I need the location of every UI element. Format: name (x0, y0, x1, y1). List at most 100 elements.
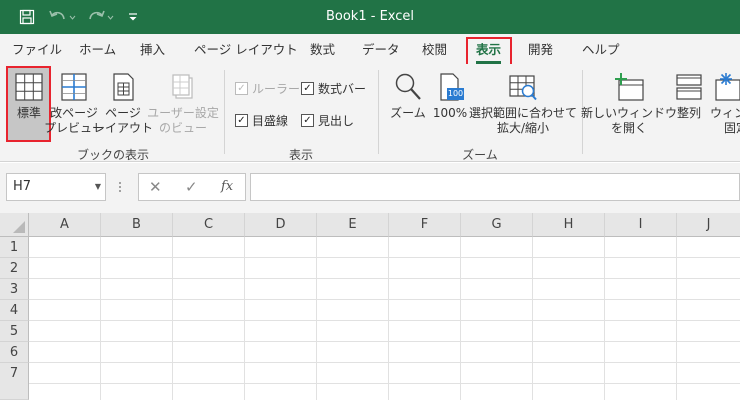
select-all-triangle-icon (13, 221, 25, 233)
column-header[interactable]: B (101, 213, 173, 237)
insert-function-icon[interactable]: fx (221, 174, 233, 200)
page-break-preview-label-1: 改ページ (50, 106, 98, 120)
row-header[interactable]: 6 (0, 342, 29, 363)
tab-insert[interactable]: 挿入 (140, 40, 165, 60)
formula-buttons: ✕ ✓ fx (138, 173, 246, 201)
custom-views-icon (172, 74, 193, 99)
freeze-panes-button[interactable]: ウィンド 固定 (710, 68, 740, 142)
cancel-icon[interactable]: ✕ (149, 174, 162, 200)
column-header[interactable]: E (317, 213, 389, 237)
zoom-100-label: 100% (432, 106, 468, 120)
save-icon[interactable] (14, 0, 40, 34)
zoom-to-selection-icon (509, 75, 537, 101)
zoom-to-selection-label-1: 選択範囲に合わせて (469, 106, 578, 120)
new-window-label-1: 新しいウィンドウ (581, 106, 678, 120)
magnifier-icon (395, 73, 421, 100)
zoom-100-button[interactable]: 100 100% (430, 68, 470, 142)
ribbon: 標準 改ページ プレビュー ページ レイアウト ユーザー設定 のビュー ブックの… (0, 64, 740, 162)
page-break-preview-icon (61, 73, 87, 101)
page-layout-view-button[interactable]: ページ レイアウト (93, 68, 153, 142)
tab-formulas[interactable]: 数式 (310, 40, 335, 60)
customize-quick-access-icon[interactable] (124, 0, 142, 34)
arrange-all-button[interactable]: 整列 (670, 68, 708, 142)
tab-view[interactable]: 表示 (476, 40, 502, 64)
group-separator (378, 70, 379, 154)
tab-data[interactable]: データ (362, 40, 400, 60)
zoom-button[interactable]: ズーム (388, 68, 428, 142)
gridlines-label: 目盛線 (252, 114, 289, 128)
tab-help[interactable]: ヘルプ (582, 40, 620, 60)
name-box-value: H7 (13, 179, 32, 194)
formula-bar-checkbox[interactable]: ✓ 数式バー (301, 80, 366, 97)
zoom-100-icon-text: 100 (447, 89, 464, 98)
headings-check-icon: ✓ (301, 114, 314, 127)
page-layout-label-2: レイアウト (93, 121, 154, 135)
arrange-all-label: 整列 (676, 106, 701, 120)
column-header[interactable]: D (245, 213, 317, 237)
zoom-to-selection-label-2: 拡大/縮小 (496, 121, 550, 135)
redo-icon[interactable] (84, 0, 116, 34)
normal-view-icon (15, 73, 43, 101)
formula-input[interactable] (250, 173, 740, 201)
new-window-label-2: を開く (610, 121, 647, 135)
ruler-label: ルーラー (252, 82, 301, 96)
row-header[interactable]: 5 (0, 321, 29, 342)
worksheet-grid: A B C D E F G H I J 1 2 3 4 5 6 7 (0, 213, 740, 400)
row-header[interactable]: 2 (0, 258, 29, 279)
tab-page-layout[interactable]: ページ レイアウト (194, 40, 298, 60)
tab-developer[interactable]: 開発 (528, 40, 553, 60)
column-header[interactable]: G (461, 213, 533, 237)
group-separator (224, 70, 225, 154)
zoom-group-label: ズーム (462, 148, 498, 162)
zoom-100-icon: 100 (435, 72, 465, 102)
freeze-panes-icon (715, 73, 740, 101)
ruler-check-icon: ✓ (235, 82, 248, 95)
undo-icon[interactable] (46, 0, 78, 34)
gridlines-checkbox[interactable]: ✓ 目盛線 (235, 112, 288, 129)
freeze-panes-label-2: 固定 (724, 121, 740, 135)
freeze-panes-label-1: ウィンド (710, 106, 740, 120)
column-header[interactable]: J (677, 213, 740, 237)
gridlines-check-icon: ✓ (235, 114, 248, 127)
name-box-dropdown-icon[interactable]: ▼ (95, 174, 101, 200)
column-header[interactable]: C (173, 213, 245, 237)
show-group-label: 表示 (288, 148, 313, 162)
column-header[interactable]: I (605, 213, 677, 237)
formula-bar-check-icon: ✓ (301, 82, 314, 95)
page-layout-view-icon (113, 73, 134, 101)
select-all-corner[interactable] (0, 213, 29, 237)
formula-bar: H7 ▼ ✕ ✓ fx (0, 163, 740, 213)
column-header[interactable]: F (389, 213, 461, 237)
row-header[interactable]: 1 (0, 237, 29, 258)
normal-view-label: 標準 (16, 106, 41, 120)
tab-file[interactable]: ファイル (12, 40, 62, 60)
page-layout-label-1: ページ (105, 106, 141, 120)
zoom-to-selection-button[interactable]: 選択範囲に合わせて 拡大/縮小 (469, 68, 578, 142)
custom-views-button[interactable]: ユーザー設定 のビュー (147, 68, 219, 142)
name-box[interactable]: H7 ▼ (6, 173, 106, 201)
row-header[interactable]: 3 (0, 279, 29, 300)
cell-area[interactable] (29, 237, 740, 400)
ruler-checkbox[interactable]: ✓ ルーラー (235, 80, 300, 97)
row-header[interactable]: 4 (0, 300, 29, 321)
title-bar: Book1 - Excel (0, 0, 740, 34)
column-header[interactable]: H (533, 213, 605, 237)
headings-label: 見出し (318, 114, 355, 128)
headings-checkbox[interactable]: ✓ 見出し (301, 112, 354, 129)
new-window-icon (615, 73, 644, 101)
zoom-label: ズーム (390, 106, 426, 120)
tab-view-label: 表示 (476, 42, 502, 57)
formula-bar-label: 数式バー (318, 82, 367, 96)
column-header[interactable]: A (29, 213, 101, 237)
ribbon-tabs: ファイル ホーム 挿入 ページ レイアウト 数式 データ 校閲 表示 開発 ヘル… (0, 34, 740, 67)
tab-home[interactable]: ホーム (79, 40, 116, 60)
workbook-views-group-label: ブックの表示 (76, 148, 149, 162)
arrange-all-icon (676, 74, 702, 100)
enter-icon[interactable]: ✓ (185, 174, 198, 200)
row-header[interactable]: 7 (0, 363, 29, 400)
page-break-preview-button[interactable]: 改ページ プレビュー (44, 68, 104, 142)
formula-bar-splitter[interactable] (118, 177, 122, 197)
tab-review[interactable]: 校閲 (422, 40, 447, 60)
new-window-button[interactable]: 新しいウィンドウ を開く (581, 68, 677, 142)
custom-views-label-1: ユーザー設定 (147, 106, 219, 120)
